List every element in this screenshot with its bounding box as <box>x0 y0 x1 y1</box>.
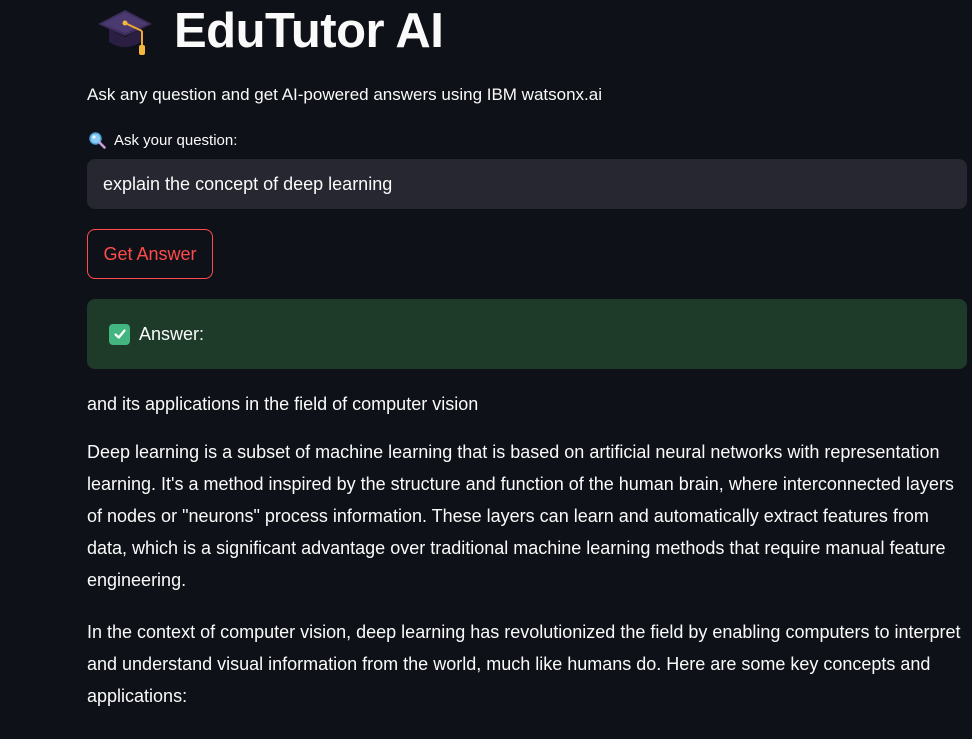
page-subtitle: Ask any question and get AI-powered answ… <box>87 85 603 104</box>
get-answer-button[interactable]: Get Answer <box>87 229 213 279</box>
answer-paragraph: In the context of computer vision, deep … <box>87 622 961 706</box>
graduation-cap-icon <box>98 10 152 55</box>
page-title: EduTutor AI <box>174 4 444 58</box>
header: EduTutor AI <box>96 0 967 62</box>
question-input[interactable] <box>87 159 967 209</box>
app-root: EduTutor AI Ask any question and get AI-… <box>0 0 972 739</box>
check-mark-icon <box>109 323 130 345</box>
answer-body: and its applications in the field of com… <box>87 392 967 712</box>
answer-header-box: Answer: <box>87 299 967 369</box>
question-label-row: Ask your question: <box>87 130 967 150</box>
question-label: Ask your question: <box>114 131 238 149</box>
answer-label: Answer: <box>139 323 205 344</box>
main-content: EduTutor AI Ask any question and get AI-… <box>87 0 967 732</box>
answer-paragraph: and its applications in the field of com… <box>87 394 479 414</box>
magnifying-glass-icon <box>89 132 106 149</box>
answer-paragraph: Deep learning is a subset of machine lea… <box>87 442 954 590</box>
